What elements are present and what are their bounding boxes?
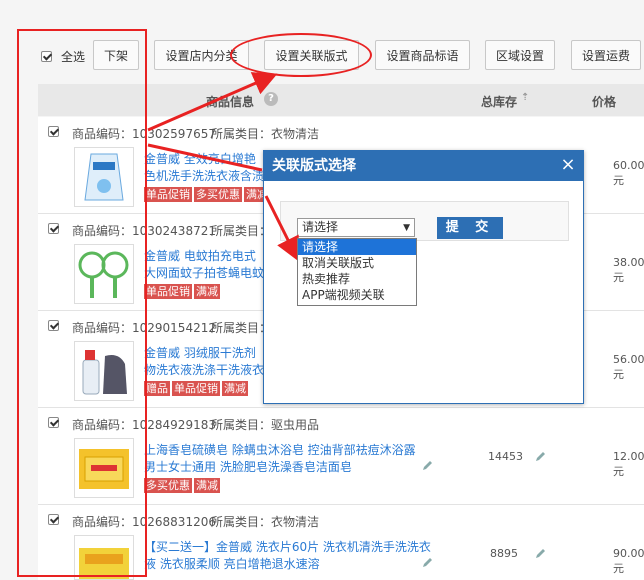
product-title-line[interactable]: 金普威 全效亮白增艳 (144, 151, 264, 168)
product-title-line[interactable]: 物洗衣液洗涤干洗液衣 (144, 362, 264, 379)
product-price: 56.00元 (613, 353, 644, 381)
header-total-stock[interactable]: 总库存 (481, 93, 517, 110)
layout-select-value: 请选择 (302, 220, 339, 234)
product-title-line[interactable]: 男士女士通用 洗脸肥皂洗澡香皂洁面皂 (144, 459, 416, 476)
product-category: 所属类目：驱虫用品 (211, 418, 320, 432)
product-category: 所属类目：衣物清洁 (211, 515, 320, 529)
product-stock: 14453 (488, 450, 523, 463)
promo-tag: 多买优惠 (144, 478, 192, 493)
edit-stock-pencil-icon[interactable] (535, 450, 547, 462)
promo-tag: 满减 (194, 284, 220, 299)
product-category: 所属类目： (211, 224, 272, 238)
product-title-line[interactable]: 金普威 羽绒服干洗剂 (144, 345, 264, 362)
edit-title-pencil-icon[interactable] (422, 459, 434, 471)
product-title-line[interactable]: 色机洗手洗洗衣液含渍 (144, 168, 264, 185)
set-product-slogan-button[interactable]: 设置商品标语 (375, 40, 470, 70)
promo-tag: 单品促销 (144, 284, 192, 299)
dialog-title: 关联版式选择 (264, 151, 583, 181)
product-title-line[interactable]: 大网面蚊子拍苍蝇电蚊 (144, 265, 264, 282)
promo-tag: 单品促销 (144, 187, 192, 202)
option-hot-recommend[interactable]: 热卖推荐 (298, 271, 416, 287)
edit-stock-pencil-icon[interactable] (535, 547, 547, 559)
layout-button-highlight (230, 33, 372, 77)
promo-tag: 赠品 (144, 381, 170, 396)
header-price: 价格 (592, 95, 617, 109)
header-product-info: 商品信息 (206, 95, 255, 109)
option-please-select[interactable]: 请选择 (298, 239, 416, 255)
product-price: 38.00元 (613, 256, 644, 284)
product-title-line[interactable]: 液 洗衣服柔顺 亮白增艳退水速溶 (144, 556, 431, 573)
product-title-line[interactable]: 上海香皂硫磺皂 除螨虫沐浴皂 控油背部祛痘沐浴露 (144, 442, 416, 459)
submit-button[interactable]: 提 交 (437, 217, 503, 239)
checkbox-column-highlight (17, 29, 147, 577)
promo-tag: 单品促销 (172, 381, 220, 396)
product-title-line[interactable]: 【买二送一】金普威 洗衣片60片 洗衣机清洗手洗洗衣 (144, 539, 431, 556)
product-price: 90.00元 (613, 547, 644, 575)
promo-tag: 满减 (222, 381, 248, 396)
product-category: 所属类目： (211, 321, 272, 335)
promo-tag: 多买优惠 (194, 187, 242, 202)
promo-tag: 满减 (194, 478, 220, 493)
edit-title-pencil-icon[interactable] (422, 556, 434, 568)
product-stock: 8895 (490, 547, 518, 560)
option-cancel-layout[interactable]: 取消关联版式 (298, 255, 416, 271)
close-icon[interactable]: × (558, 154, 578, 176)
product-title-line[interactable]: 金普威 电蚊拍充电式 (144, 248, 264, 265)
set-shipping-button[interactable]: 设置运费 (571, 40, 641, 70)
product-category: 所属类目：衣物清洁 (211, 127, 320, 141)
layout-options-list: 请选择 取消关联版式 热卖推荐 APP端视频关联 (297, 238, 417, 306)
layout-select[interactable]: 请选择 ▼ (297, 218, 415, 237)
region-settings-button[interactable]: 区域设置 (485, 40, 555, 70)
product-price: 12.00元 (613, 450, 644, 478)
product-price: 60.00元 (613, 159, 644, 187)
option-app-video[interactable]: APP端视频关联 (298, 287, 416, 303)
sort-icon[interactable]: ⇡ (521, 92, 529, 103)
chevron-down-icon: ▼ (403, 223, 410, 233)
help-icon[interactable]: ? (264, 92, 278, 106)
